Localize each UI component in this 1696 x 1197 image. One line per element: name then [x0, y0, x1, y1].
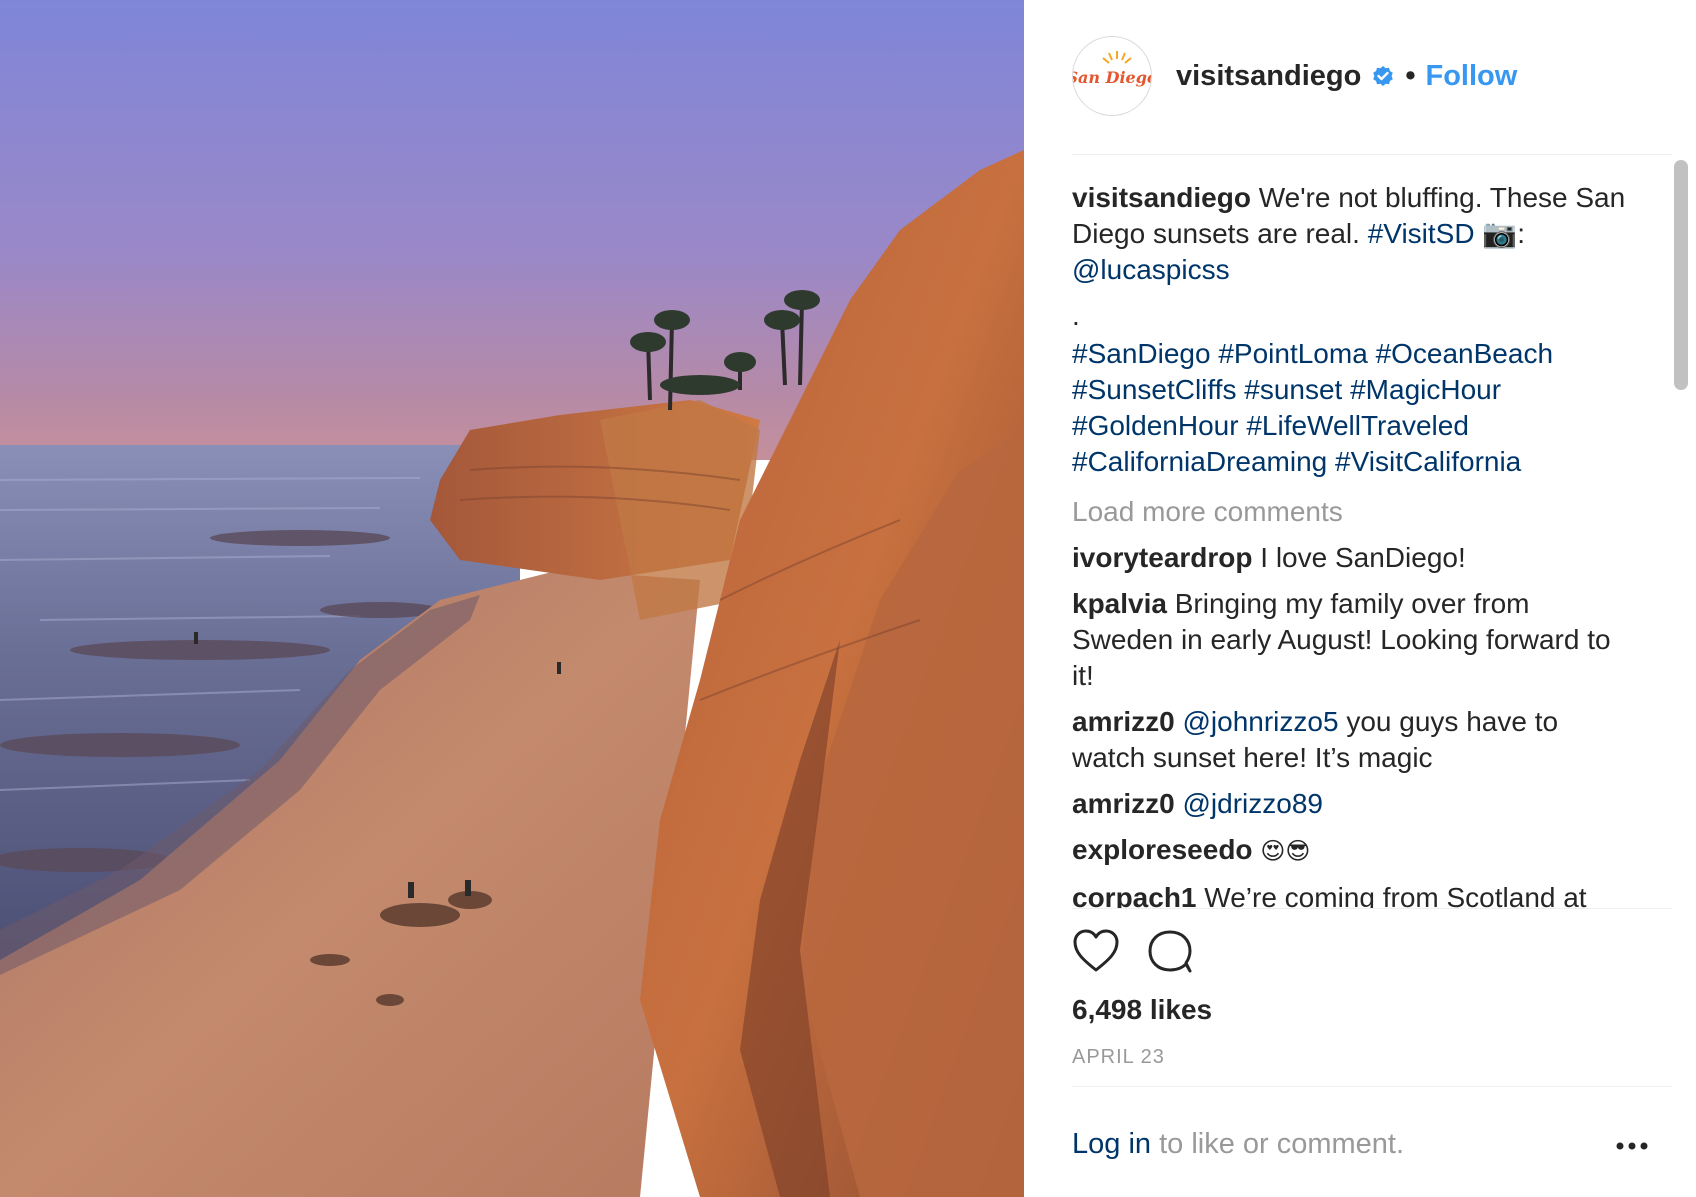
- mention-link[interactable]: @lucaspicss: [1072, 254, 1230, 285]
- comment-item: corpach1 We’re coming from Scotland at: [1072, 880, 1628, 908]
- caption-username[interactable]: visitsandiego: [1072, 182, 1251, 213]
- comment-username[interactable]: amrizz0: [1072, 788, 1175, 819]
- post-header: San Diego visitsandiego • Follow: [1072, 36, 1648, 120]
- hashtag-link[interactable]: #sunset: [1244, 374, 1342, 405]
- comment-item: ivoryteardrop I love SanDiego!: [1072, 540, 1628, 576]
- comment-mention[interactable]: @jdrizzo89: [1183, 788, 1323, 819]
- avatar[interactable]: San Diego: [1072, 36, 1152, 116]
- avatar-logo-text: San Diego: [1073, 68, 1151, 87]
- hashtag-link[interactable]: #OceanBeach: [1376, 338, 1553, 369]
- comment-icon[interactable]: [1146, 928, 1194, 974]
- comment-item: amrizz0 @johnrizzo5 you guys have to wat…: [1072, 704, 1628, 776]
- post-date[interactable]: APRIL 23: [1072, 1046, 1165, 1069]
- likes-count[interactable]: 6,498 likes: [1072, 994, 1212, 1026]
- comment-username[interactable]: kpalvia: [1072, 588, 1167, 619]
- header-divider: [1072, 154, 1672, 155]
- comments-list[interactable]: visitsandiego We're not bluffing. These …: [1072, 168, 1628, 908]
- hashtag-link[interactable]: #PointLoma: [1218, 338, 1367, 369]
- comment-username[interactable]: amrizz0: [1072, 706, 1175, 737]
- heart-icon[interactable]: [1072, 928, 1120, 974]
- comment-username[interactable]: ivoryteardrop: [1072, 542, 1253, 573]
- actions-divider: [1072, 908, 1672, 909]
- hashtag-link[interactable]: #GoldenHour: [1072, 410, 1239, 441]
- login-prompt: Log in to like or comment.: [1072, 1128, 1404, 1161]
- san-diego-logo-icon: San Diego: [1073, 51, 1151, 87]
- caption: visitsandiego We're not bluffing. These …: [1072, 168, 1628, 480]
- footer-divider: [1072, 1086, 1672, 1087]
- comment-emoji: 😍😎: [1260, 838, 1311, 865]
- caption-dot: .: [1072, 300, 1080, 331]
- load-more-comments-button[interactable]: Load more comments: [1072, 494, 1628, 530]
- login-link[interactable]: Log in: [1072, 1128, 1151, 1160]
- header-username[interactable]: visitsandiego: [1176, 60, 1361, 93]
- hashtag-link[interactable]: #SunsetCliffs: [1072, 374, 1236, 405]
- more-dots-icon[interactable]: [1612, 1136, 1652, 1156]
- comment-username[interactable]: exploreseedo: [1072, 834, 1253, 865]
- follow-button[interactable]: Follow: [1425, 60, 1517, 93]
- camera-emoji: 📷:: [1482, 218, 1526, 249]
- hashtag-link[interactable]: #MagicHour: [1350, 374, 1501, 405]
- sunset-cliffs-image: [0, 0, 1024, 1197]
- comment-mention[interactable]: @johnrizzo5: [1183, 706, 1339, 737]
- header-separator: •: [1405, 59, 1416, 92]
- post-actions: [1072, 928, 1194, 978]
- scrollbar-thumb[interactable]: [1674, 160, 1688, 390]
- post-photo[interactable]: [0, 0, 1024, 1197]
- comment-item: exploreseedo 😍😎: [1072, 832, 1628, 870]
- comment-username[interactable]: corpach1: [1072, 882, 1197, 908]
- hashtag-link[interactable]: #CaliforniaDreaming: [1072, 446, 1327, 477]
- post-detail-panel: San Diego visitsandiego • Follow visitsa…: [1024, 0, 1696, 1197]
- caption-hashtags: #SanDiego #PointLoma #OceanBeach #Sunset…: [1072, 336, 1628, 480]
- comments-scrollbar[interactable]: [1672, 156, 1690, 906]
- login-prompt-text: to like or comment.: [1159, 1128, 1405, 1160]
- comment-text: I love SanDiego!: [1260, 542, 1466, 573]
- comment-item: amrizz0 @jdrizzo89: [1072, 786, 1628, 822]
- hashtag-link[interactable]: #VisitCalifornia: [1335, 446, 1521, 477]
- hashtag-link[interactable]: #LifeWellTraveled: [1246, 410, 1469, 441]
- hashtag-link[interactable]: #SanDiego: [1072, 338, 1211, 369]
- hashtag-link[interactable]: #VisitSD: [1368, 218, 1475, 249]
- comment-item: kpalvia Bringing my family over from Swe…: [1072, 586, 1628, 694]
- verified-badge-icon: [1371, 64, 1395, 88]
- comment-text: We’re coming from Scotland at: [1204, 882, 1587, 908]
